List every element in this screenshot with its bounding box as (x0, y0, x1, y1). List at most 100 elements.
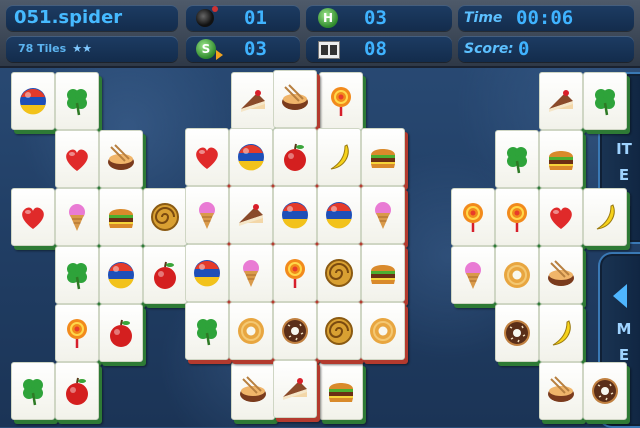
banana-icon (330, 144, 349, 170)
ball-icon (326, 202, 352, 229)
mahjong-tile-clover[interactable] (185, 302, 229, 360)
mahjong-tile-heart[interactable] (539, 188, 583, 246)
mahjong-tile-clover[interactable] (55, 246, 99, 304)
apple-icon (66, 377, 88, 405)
mahjong-tile-ball[interactable] (11, 72, 55, 130)
lollipop-icon (331, 87, 351, 116)
mahjong-tile-noodles[interactable] (273, 70, 317, 128)
mahjong-tile-burger[interactable] (361, 128, 405, 186)
burger-icon (549, 151, 573, 170)
cake-icon (283, 378, 307, 400)
mahjong-tile-clover[interactable] (583, 72, 627, 130)
heart-icon (22, 207, 44, 229)
roll-icon (325, 317, 353, 345)
apple-icon (110, 319, 132, 347)
mahjong-tile-burger[interactable] (99, 188, 143, 246)
mahjong-tile-noodles[interactable] (539, 362, 583, 420)
mahjong-tile-icecream[interactable] (451, 246, 495, 304)
mahjong-tile-apple[interactable] (55, 362, 99, 420)
icecream-icon (465, 262, 481, 289)
roll-icon (325, 259, 353, 287)
mahjong-tile-apple[interactable] (99, 304, 143, 362)
mahjong-tile-cake[interactable] (231, 72, 275, 130)
mahjong-tile-icecream[interactable] (185, 186, 229, 244)
mahjong-tile-roll[interactable] (143, 188, 187, 246)
mahjong-tile-banana[interactable] (583, 188, 627, 246)
mahjong-tile-chocodonut[interactable] (583, 362, 627, 420)
mahjong-tile-roll[interactable] (317, 244, 361, 302)
cake-icon (549, 90, 573, 112)
mahjong-tile-chocodonut[interactable] (495, 304, 539, 362)
burger-icon (371, 265, 395, 284)
burger-icon (329, 383, 353, 402)
heart-icon (550, 207, 572, 229)
mahjong-tile-ball[interactable] (229, 128, 273, 186)
ball-icon (238, 144, 264, 171)
mahjong-tile-clover[interactable] (495, 130, 539, 188)
clover-icon (23, 379, 43, 406)
mahjong-tile-lollipop[interactable] (55, 304, 99, 362)
mahjong-tile-heart[interactable] (55, 130, 99, 188)
clover-icon (595, 89, 615, 116)
burger-icon (371, 149, 395, 168)
mahjong-tile-banana[interactable] (317, 128, 361, 186)
mahjong-tile-noodles[interactable] (99, 130, 143, 188)
mahjong-tile-burger[interactable] (539, 130, 583, 188)
donut-icon (370, 318, 396, 344)
mahjong-tile-cake[interactable] (539, 72, 583, 130)
noodles-icon (282, 84, 308, 110)
mahjong-tile-burger[interactable] (319, 362, 363, 420)
mahjong-tile-icecream[interactable] (229, 244, 273, 302)
mahjong-tile-cake[interactable] (229, 186, 273, 244)
ball-icon (108, 262, 134, 289)
mahjong-tile-clover[interactable] (11, 362, 55, 420)
mahjong-tile-lollipop[interactable] (495, 188, 539, 246)
mahjong-tile-clover[interactable] (55, 72, 99, 130)
mahjong-tile-lollipop[interactable] (319, 72, 363, 130)
mahjong-tile-noodles[interactable] (539, 246, 583, 304)
cake-icon (241, 90, 265, 112)
heart-icon (196, 147, 218, 169)
mahjong-tile-donut[interactable] (229, 302, 273, 360)
mahjong-tile-lollipop[interactable] (273, 244, 317, 302)
noodles-icon (240, 376, 266, 402)
mahjong-tile-donut[interactable] (361, 302, 405, 360)
mahjong-tile-banana[interactable] (539, 304, 583, 362)
mahjong-tile-cake[interactable] (273, 360, 317, 418)
mahjong-tile-heart[interactable] (11, 188, 55, 246)
mahjong-tile-apple[interactable] (273, 128, 317, 186)
mahjong-tile-donut[interactable] (495, 246, 539, 304)
chocodonut-icon (504, 320, 530, 346)
mahjong-tile-icecream[interactable] (361, 186, 405, 244)
mahjong-tile-ball[interactable] (185, 244, 229, 302)
icecream-icon (375, 202, 391, 229)
mahjong-tile-lollipop[interactable] (451, 188, 495, 246)
ball-icon (20, 88, 46, 115)
donut-icon (504, 262, 530, 288)
lollipop-icon (463, 203, 483, 232)
noodles-icon (548, 376, 574, 402)
mahjong-tile-ball[interactable] (99, 246, 143, 304)
noodles-icon (108, 144, 134, 170)
mahjong-tile-noodles[interactable] (231, 362, 275, 420)
clover-icon (67, 263, 87, 290)
donut-icon (238, 318, 264, 344)
mahjong-tile-icecream[interactable] (55, 188, 99, 246)
lollipop-icon (285, 259, 305, 288)
chocodonut-icon (282, 318, 308, 344)
clover-icon (67, 89, 87, 116)
chevron-left-icon (613, 284, 627, 308)
ball-icon (194, 260, 220, 287)
noodles-icon (548, 260, 574, 286)
mahjong-tile-apple[interactable] (143, 246, 187, 304)
mahjong-tile-burger[interactable] (361, 244, 405, 302)
ball-icon (282, 202, 308, 229)
mahjong-tile-ball[interactable] (317, 186, 361, 244)
mahjong-tile-ball[interactable] (273, 186, 317, 244)
banana-icon (552, 320, 571, 346)
mahjong-tile-chocodonut[interactable] (273, 302, 317, 360)
roll-icon (151, 203, 179, 231)
mahjong-tile-roll[interactable] (317, 302, 361, 360)
mahjong-board (0, 0, 640, 427)
mahjong-tile-heart[interactable] (185, 128, 229, 186)
